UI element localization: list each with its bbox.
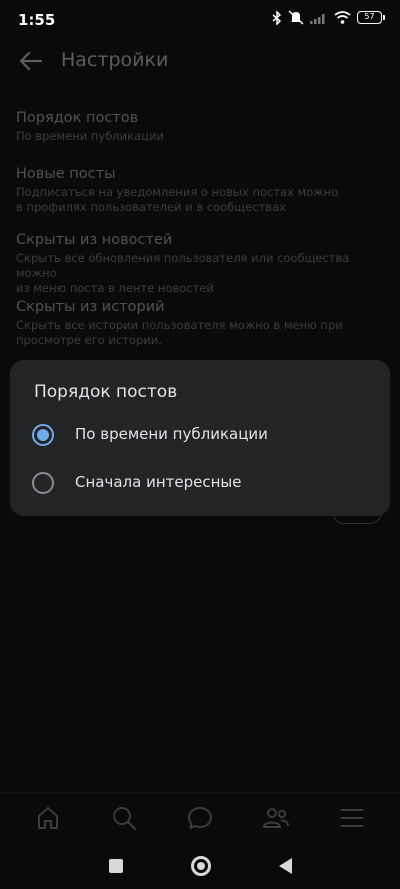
- bluetooth-icon: [272, 10, 282, 25]
- battery-icon: 57: [357, 11, 385, 24]
- setting-hidden-from-news[interactable]: Скрыты из новостей Скрыть все обновления…: [16, 231, 386, 296]
- muted-bell-icon: [288, 10, 304, 25]
- arrow-left-icon: [20, 52, 42, 70]
- bottom-tab-bar: [0, 792, 400, 842]
- posts-order-dialog: Порядок постов По времени публикации Сна…: [10, 360, 390, 516]
- radio-button[interactable]: [32, 472, 54, 494]
- setting-title: Скрыты из новостей: [16, 232, 173, 248]
- friends-icon: [262, 807, 289, 828]
- status-icons: 57: [272, 10, 385, 25]
- setting-description: По времени публикации: [16, 129, 164, 143]
- setting-posts-order[interactable]: Порядок постов По времени публикации: [16, 109, 386, 144]
- setting-description: Скрыть все истории пользователя можно в …: [16, 318, 343, 347]
- tab-home[interactable]: [28, 798, 68, 838]
- messages-icon: [188, 806, 212, 829]
- tab-messages[interactable]: [180, 798, 220, 838]
- system-navigation-bar: [0, 842, 400, 889]
- page-title: Настройки: [61, 49, 169, 71]
- status-time: 1:55: [18, 11, 56, 29]
- setting-title: Скрыты из историй: [16, 299, 165, 315]
- recent-apps-button[interactable]: [108, 858, 123, 873]
- app-header: Настройки: [0, 40, 400, 82]
- option-by-publication-time[interactable]: По времени публикации: [10, 412, 390, 458]
- status-bar: 1:55 57: [0, 0, 400, 40]
- tab-friends[interactable]: [256, 798, 296, 838]
- home-icon: [38, 806, 58, 829]
- menu-icon: [341, 808, 363, 827]
- back-button[interactable]: [14, 46, 48, 76]
- setting-new-posts[interactable]: Новые посты Подписаться на уведомления о…: [16, 165, 386, 215]
- setting-description: Скрыть все обновления пользователя или с…: [16, 251, 350, 295]
- signal-icon: [310, 14, 325, 24]
- dialog-title: Порядок постов: [34, 382, 178, 402]
- tab-search[interactable]: [104, 798, 144, 838]
- home-button[interactable]: [190, 855, 211, 876]
- radio-button-checked[interactable]: [32, 424, 54, 446]
- setting-description: Подписаться на уведомления о новых поста…: [16, 185, 339, 214]
- setting-hidden-from-stories[interactable]: Скрыты из историй Скрыть все истории пол…: [16, 298, 386, 348]
- option-label: Сначала интересные: [75, 473, 242, 491]
- tab-menu[interactable]: [332, 798, 372, 838]
- option-interesting-first[interactable]: Сначала интересные: [10, 460, 390, 506]
- setting-title: Порядок постов: [16, 110, 139, 126]
- search-icon: [113, 806, 137, 830]
- wifi-icon: [334, 11, 351, 24]
- option-label: По времени публикации: [75, 425, 268, 443]
- back-nav-button[interactable]: [278, 857, 292, 874]
- setting-title: Новые посты: [16, 166, 116, 182]
